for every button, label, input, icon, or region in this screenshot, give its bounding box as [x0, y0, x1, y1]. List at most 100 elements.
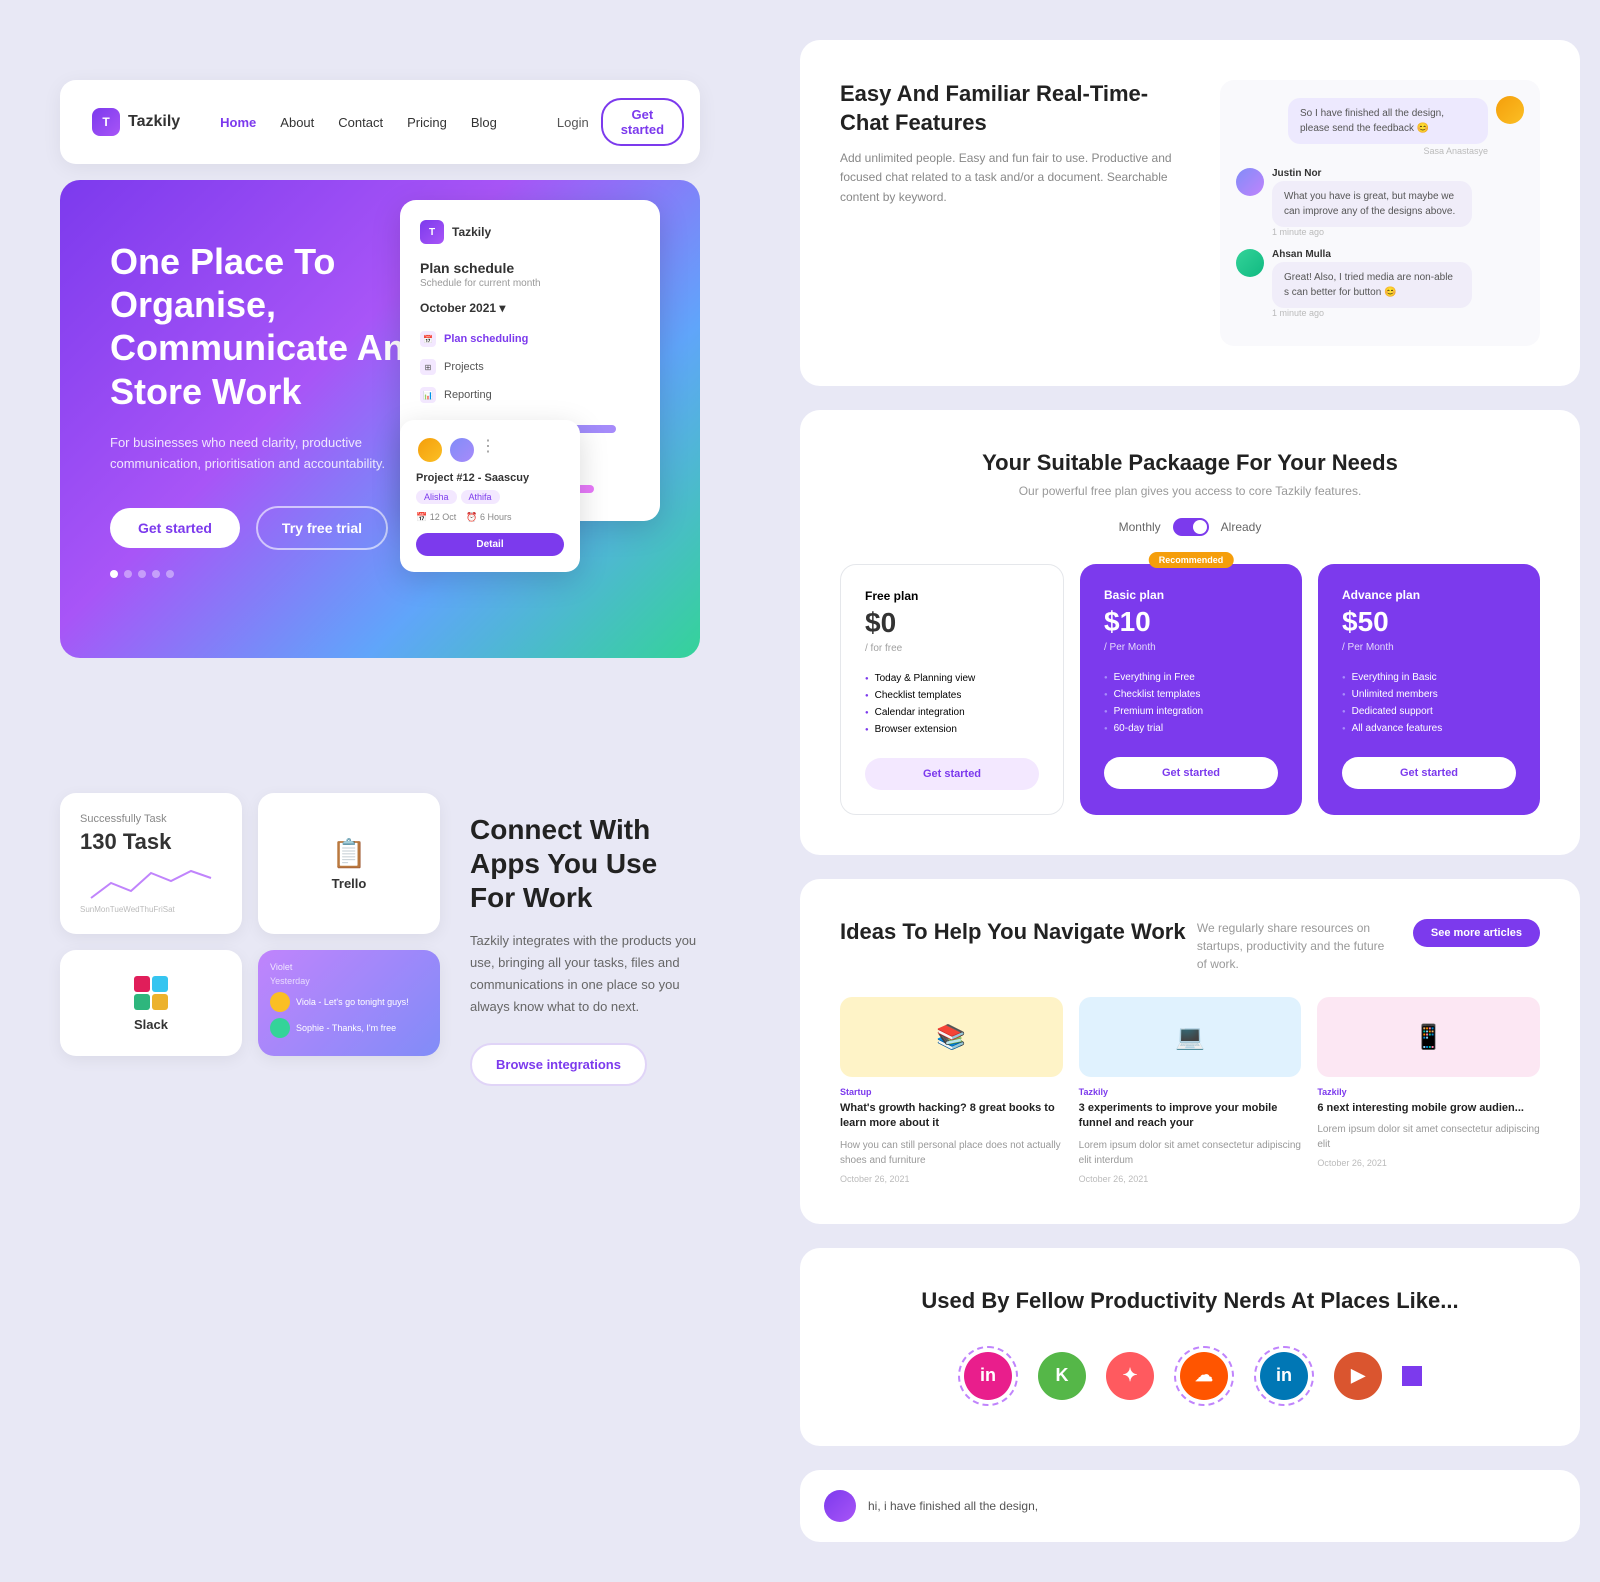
klout-logo: K — [1038, 1352, 1086, 1400]
hero-free-trial-button[interactable]: Try free trial — [256, 506, 388, 550]
pricing-cards: Free plan $0 / for free Today & Planning… — [840, 564, 1540, 815]
chat-features-text: Easy And Familiar Real-Time-Chat Feature… — [840, 80, 1180, 346]
get-started-nav-button[interactable]: Get started — [601, 98, 684, 146]
hero-wave — [0, 673, 760, 733]
tag-2: Athifa — [461, 490, 500, 504]
toggle-switch[interactable] — [1173, 518, 1209, 536]
idea-card-2: 💻 Tazkily 3 experiments to improve your … — [1079, 997, 1302, 1184]
integrations-text: Connect With Apps You Use For Work Tazki… — [470, 793, 700, 1085]
hero-get-started-button[interactable]: Get started — [110, 508, 240, 548]
advance-feature-2: Unlimited members — [1342, 686, 1516, 703]
trello-card: 📋 Trello — [258, 793, 440, 934]
idea-date-3: October 26, 2021 — [1317, 1158, 1540, 1168]
integrations-desc: Tazkily integrates with the products you… — [470, 930, 700, 1018]
free-plan-button[interactable]: Get started — [865, 758, 1039, 790]
brand-logo[interactable]: T Tazkily — [92, 108, 180, 136]
chat-name-1: Sasa Anastasye — [1288, 146, 1488, 156]
toggle-monthly: Monthly — [1119, 520, 1161, 534]
integration-cards: Successfully Task 130 Task SunMonTueWedT… — [60, 793, 440, 1056]
advance-plan-features: Everything in Basic Unlimited members De… — [1342, 669, 1516, 737]
detail-button[interactable]: Detail — [416, 533, 564, 556]
nav-about[interactable]: About — [280, 115, 314, 130]
chat-msg-1: So I have finished all the design, pleas… — [1236, 96, 1524, 156]
idea-img-1: 📚 — [840, 997, 1063, 1077]
advance-plan-name: Advance plan — [1342, 588, 1516, 602]
trello-label: Trello — [332, 876, 367, 891]
slack-card: Slack — [60, 950, 242, 1056]
linkedin-logo-wrapper: in — [1254, 1346, 1314, 1406]
basic-plan-name: Basic plan — [1104, 588, 1278, 602]
chat-avatar-viola — [270, 992, 290, 1012]
chat-msg-2: Justin Nor What you have is great, but m… — [1236, 168, 1524, 237]
browse-integrations-button[interactable]: Browse integrations — [470, 1043, 647, 1086]
see-more-articles-button[interactable]: See more articles — [1413, 919, 1540, 947]
integrations-title: Connect With Apps You Use For Work — [470, 813, 700, 914]
idea-date-2: October 26, 2021 — [1079, 1174, 1302, 1184]
hero-buttons: Get started Try free trial — [110, 506, 450, 550]
advance-feature-3: Dedicated support — [1342, 703, 1516, 720]
free-feature-1: Today & Planning view — [865, 670, 1039, 687]
logos-row: in K ✦ ☁ in ▶ — [840, 1346, 1540, 1406]
pricing-section: Your Suitable Packaage For Your Needs Ou… — [800, 410, 1580, 855]
slack-label: Slack — [134, 1017, 168, 1032]
projects-icon: ⊞ — [420, 359, 436, 375]
plan-menu-projects[interactable]: ⊞ Projects — [420, 353, 640, 381]
basic-feature-2: Checklist templates — [1104, 686, 1278, 703]
chat-msg-3: Ahsan Mulla Great! Also, I tried media a… — [1236, 249, 1524, 318]
scheduling-icon: 📅 — [420, 331, 436, 347]
advance-feature-1: Everything in Basic — [1342, 669, 1516, 686]
basic-plan-features: Everything in Free Checklist templates P… — [1104, 669, 1278, 737]
avatar-2 — [448, 436, 476, 464]
idea-title-2: 3 experiments to improve your mobile fun… — [1079, 1101, 1302, 1132]
advance-plan-button[interactable]: Get started — [1342, 757, 1516, 789]
chat-time-3: 1 minute ago — [1272, 308, 1472, 318]
chat-avatar-sophie — [270, 1018, 290, 1038]
plan-menu-scheduling[interactable]: 📅 Plan scheduling — [420, 325, 640, 353]
login-button[interactable]: Login — [557, 115, 589, 130]
chat-avatar-2 — [1236, 168, 1264, 196]
chat-demo: So I have finished all the design, pleas… — [1220, 80, 1540, 346]
producthunt-logo: ▶ — [1334, 1352, 1382, 1400]
basic-plan-button[interactable]: Get started — [1104, 757, 1278, 789]
chat-item-1: Viola - Let's go tonight guys! — [270, 992, 409, 1012]
bottom-chat-avatar — [824, 1490, 856, 1522]
free-feature-2: Checklist templates — [865, 687, 1039, 704]
logo-icon: T — [92, 108, 120, 136]
free-plan-features: Today & Planning view Checklist template… — [865, 670, 1039, 738]
idea-title-1: What's growth hacking? 8 great books to … — [840, 1101, 1063, 1132]
chat-features-desc: Add unlimited people. Easy and fun fair … — [840, 149, 1180, 207]
logos-section: Used By Fellow Productivity Nerds At Pla… — [800, 1248, 1580, 1446]
plan-menu-reporting[interactable]: 📊 Reporting — [420, 381, 640, 409]
plan-schedule-title: Plan schedule — [420, 260, 640, 276]
brand-name: Tazkily — [128, 113, 180, 131]
idea-title-3: 6 next interesting mobile grow audien... — [1317, 1101, 1540, 1116]
airbnb-logo: ✦ — [1106, 1352, 1154, 1400]
invision-logo-wrapper: in — [958, 1346, 1018, 1406]
basic-plan-period: / Per Month — [1104, 642, 1278, 653]
hero-subtitle: For businesses who need clarity, product… — [110, 433, 410, 475]
idea-text-3: Lorem ipsum dolor sit amet consectetur a… — [1317, 1122, 1540, 1152]
success-graph — [80, 863, 222, 903]
ideas-desc: We regularly share resources on startups… — [1197, 919, 1397, 973]
chat-yesterday: Yesterday — [270, 976, 310, 986]
project-more-menu[interactable]: ⋮ — [480, 436, 496, 464]
success-label: Successfully Task — [80, 813, 167, 825]
tag-1: Alisha — [416, 490, 457, 504]
nav-home[interactable]: Home — [220, 115, 256, 130]
basic-feature-3: Premium integration — [1104, 703, 1278, 720]
idea-img-2: 💻 — [1079, 997, 1302, 1077]
ideas-cards: 📚 Startup What's growth hacking? 8 great… — [840, 997, 1540, 1184]
nav-blog[interactable]: Blog — [471, 115, 497, 130]
free-feature-3: Calendar integration — [865, 704, 1039, 721]
advance-plan-price: $50 — [1342, 606, 1516, 638]
toggle-annual: Already — [1221, 520, 1262, 534]
nav-pricing[interactable]: Pricing — [407, 115, 447, 130]
bottom-chat-text: hi, i have finished all the design, — [868, 1499, 1038, 1513]
chat-bubble-3: Great! Also, I tried media are non-able … — [1272, 262, 1472, 308]
ideas-section: Ideas To Help You Navigate Work We regul… — [800, 879, 1580, 1224]
success-card: Successfully Task 130 Task SunMonTueWedT… — [60, 793, 242, 934]
idea-text-1: How you can still personal place does no… — [840, 1138, 1063, 1168]
integrations-section: Successfully Task 130 Task SunMonTueWedT… — [0, 733, 760, 1125]
invision-logo: in — [964, 1352, 1012, 1400]
nav-contact[interactable]: Contact — [338, 115, 383, 130]
